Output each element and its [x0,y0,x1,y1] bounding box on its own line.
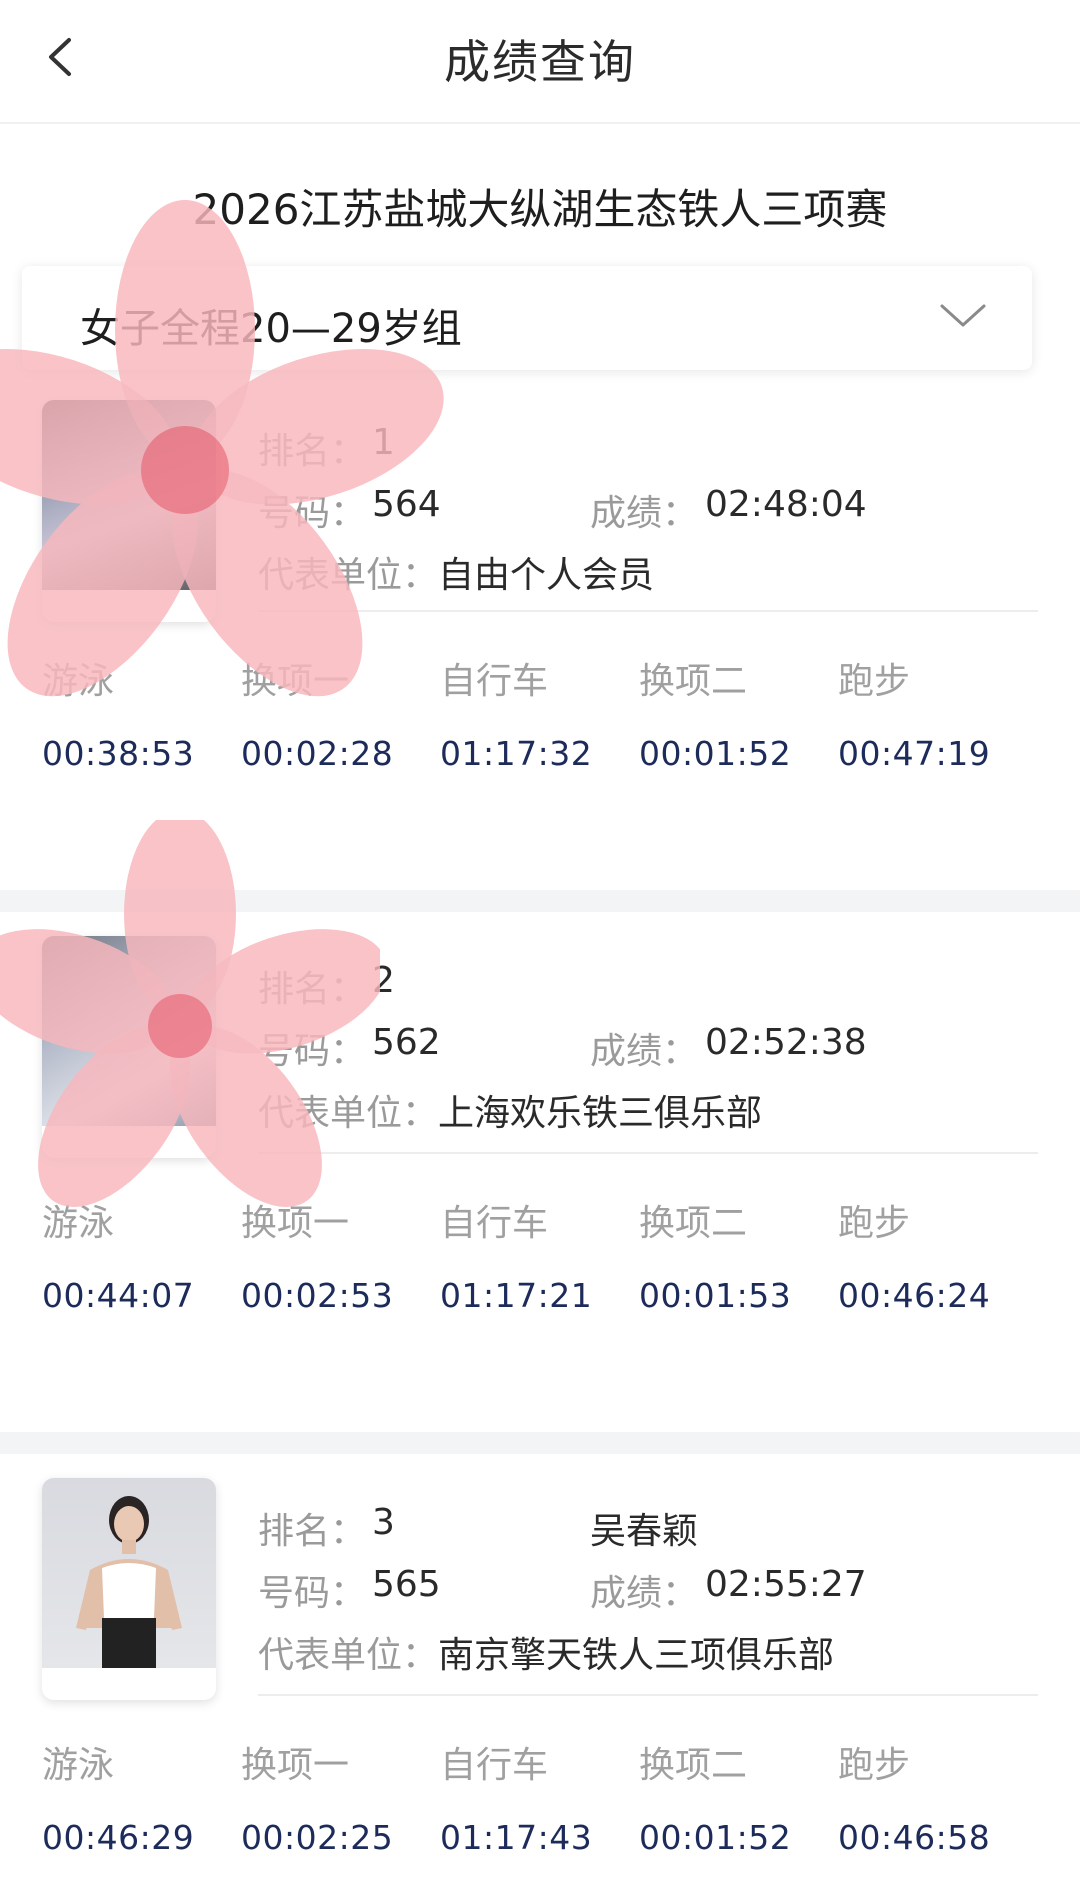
athlete-name: 吴春颖 [590,1511,699,1552]
divider [258,610,1038,612]
number-value: 562 [372,1022,441,1063]
card-separator [0,1432,1080,1454]
rank-value: 2 [372,960,395,1001]
split-label-run: 跑步 [838,1745,911,1786]
split-label-t2: 换项二 [639,661,748,702]
split-label-run: 跑步 [838,1203,911,1244]
result-card[interactable]: 排名： 2 号码： 562 成绩： 02:52:38 代表单位： 上海欢乐铁三俱… [0,912,1080,1432]
split-label-swim: 游泳 [42,1745,115,1786]
chevron-down-icon [940,304,986,327]
rank-label: 排名： [258,969,367,1010]
score-value: 02:52:38 [705,1022,867,1063]
split-label-bike: 自行车 [440,661,549,702]
split-value-bike: 01:17:32 [440,734,593,773]
number-label: 号码： [258,493,367,534]
rank-label: 排名： [258,431,367,472]
card-separator [0,890,1080,912]
split-label-t2: 换项二 [639,1745,748,1786]
app-header: 成绩查询 [0,0,1080,124]
group-dropdown[interactable]: 女子全程20—29岁组 [22,266,1032,370]
split-value-swim: 00:46:29 [42,1818,195,1857]
split-value-bike: 01:17:21 [440,1276,593,1315]
split-label-t1: 换项一 [241,661,350,702]
split-label-swim: 游泳 [42,661,115,702]
rank-value: 3 [372,1502,395,1543]
split-value-t2: 00:01:53 [639,1276,792,1315]
split-label-bike: 自行车 [440,1745,549,1786]
divider [258,1694,1038,1696]
score-label: 成绩： [590,1031,699,1072]
unit-label: 代表单位： [258,555,439,596]
split-label-t1: 换项一 [241,1745,350,1786]
number-value: 565 [372,1564,441,1605]
unit-label: 代表单位： [258,1635,439,1676]
divider [258,1152,1038,1154]
split-label-t1: 换项一 [241,1203,350,1244]
split-label-run: 跑步 [838,661,911,702]
athlete-avatar [42,936,216,1158]
athlete-photo [42,1478,216,1668]
result-card[interactable]: 排名： 3 吴春颖 号码： 565 成绩： 02:55:27 代表单位： 南京擎… [0,1454,1080,1893]
athlete-avatar [42,1478,216,1700]
split-value-swim: 00:38:53 [42,734,195,773]
athlete-photo [42,400,216,590]
split-label-swim: 游泳 [42,1203,115,1244]
split-label-bike: 自行车 [440,1203,549,1244]
split-value-bike: 01:17:43 [440,1818,593,1857]
rank-label: 排名： [258,1511,367,1552]
split-label-t2: 换项二 [639,1203,748,1244]
athlete-photo [42,936,216,1126]
page-title: 成绩查询 [444,35,636,89]
score-value: 02:48:04 [705,484,867,525]
split-value-run: 00:46:58 [838,1818,991,1857]
score-value: 02:55:27 [705,1564,867,1605]
score-label: 成绩： [590,1573,699,1614]
score-label: 成绩： [590,493,699,534]
group-dropdown-value: 女子全程20—29岁组 [80,306,462,352]
split-value-t2: 00:01:52 [639,1818,792,1857]
split-value-run: 00:46:24 [838,1276,991,1315]
split-value-swim: 00:44:07 [42,1276,195,1315]
number-label: 号码： [258,1031,367,1072]
rank-value: 1 [372,422,395,463]
result-card[interactable]: 排名： 1 号码： 564 成绩： 02:48:04 代表单位： 自由个人会员 … [0,384,1080,904]
number-label: 号码： [258,1573,367,1614]
number-value: 564 [372,484,441,525]
event-title: 2026江苏盐城大纵湖生态铁人三项赛 [192,185,888,234]
split-value-t1: 00:02:25 [241,1818,394,1857]
split-value-t2: 00:01:52 [639,734,792,773]
split-value-t1: 00:02:28 [241,734,394,773]
unit-label: 代表单位： [258,1093,439,1134]
unit-value: 南京擎天铁人三项俱乐部 [438,1635,835,1676]
split-value-t1: 00:02:53 [241,1276,394,1315]
unit-value: 上海欢乐铁三俱乐部 [438,1093,763,1134]
athlete-figure [76,1496,182,1668]
unit-value: 自由个人会员 [438,555,655,596]
athlete-avatar [42,400,216,622]
split-value-run: 00:47:19 [838,734,991,773]
